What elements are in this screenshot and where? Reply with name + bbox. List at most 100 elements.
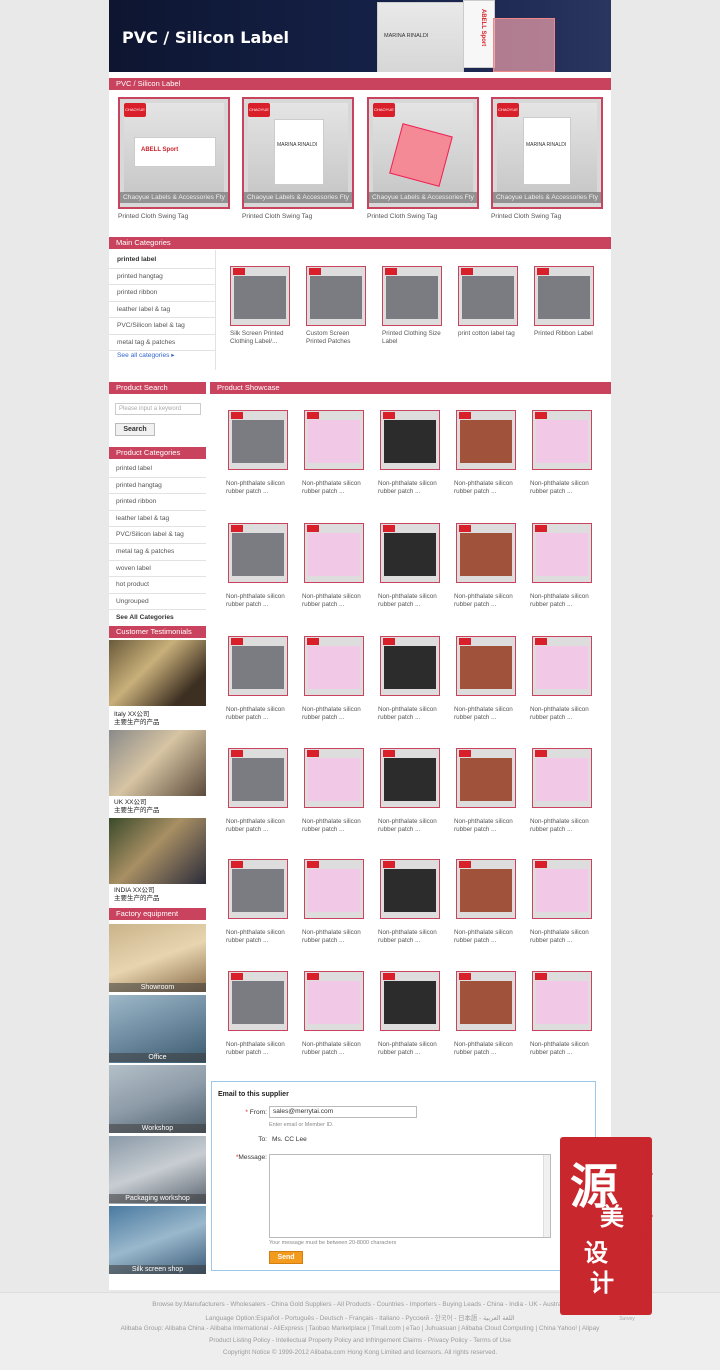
showcase-product-image[interactable] <box>228 636 288 696</box>
showcase-product-name[interactable]: Non-phthalate silicon rubber patch ... <box>302 480 368 496</box>
showcase-product-image[interactable] <box>304 971 364 1031</box>
showcase-product-name[interactable]: Non-phthalate silicon rubber patch ... <box>226 818 292 834</box>
showcase-product-image[interactable] <box>532 523 592 583</box>
showcase-product-image[interactable] <box>304 748 364 808</box>
product-category-item[interactable]: printed ribbon <box>109 494 206 511</box>
category-product-image[interactable] <box>534 266 594 326</box>
featured-product-name[interactable]: Printed Cloth Swing Tag <box>491 213 561 220</box>
showcase-product-name[interactable]: Non-phthalate silicon rubber patch ... <box>530 706 596 722</box>
showcase-product-name[interactable]: Non-phthalate silicon rubber patch ... <box>530 818 596 834</box>
send-button[interactable]: Send <box>269 1251 303 1264</box>
main-category-item[interactable]: printed label <box>109 252 215 269</box>
showcase-product-image[interactable] <box>228 523 288 583</box>
showcase-product-image[interactable] <box>532 636 592 696</box>
showcase-product-name[interactable]: Non-phthalate silicon rubber patch ... <box>226 480 292 496</box>
showcase-product-name[interactable]: Non-phthalate silicon rubber patch ... <box>302 929 368 945</box>
showcase-product-name[interactable]: Non-phthalate silicon rubber patch ... <box>378 1041 444 1057</box>
showcase-product-image[interactable] <box>228 410 288 470</box>
factory-photo[interactable] <box>109 924 206 992</box>
category-product-image[interactable] <box>306 266 366 326</box>
main-category-item[interactable]: metal tag & patches <box>109 335 215 351</box>
category-product-image[interactable] <box>382 266 442 326</box>
product-category-item[interactable]: Ungrouped <box>109 594 206 611</box>
showcase-product-image[interactable] <box>456 636 516 696</box>
from-email-input[interactable]: sales@merrytai.com <box>269 1106 417 1118</box>
showcase-product-image[interactable] <box>304 859 364 919</box>
showcase-product-image[interactable] <box>380 636 440 696</box>
product-category-item[interactable]: printed label <box>109 461 206 478</box>
showcase-product-image[interactable] <box>532 410 592 470</box>
showcase-product-name[interactable]: Non-phthalate silicon rubber patch ... <box>454 706 520 722</box>
factory-photo[interactable] <box>109 1206 206 1274</box>
showcase-product-name[interactable]: Non-phthalate silicon rubber patch ... <box>454 929 520 945</box>
showcase-product-image[interactable] <box>532 859 592 919</box>
category-product-name[interactable]: Silk Screen Printed Clothing Label/... <box>230 330 292 346</box>
showcase-product-name[interactable]: Non-phthalate silicon rubber patch ... <box>302 818 368 834</box>
showcase-product-image[interactable] <box>532 971 592 1031</box>
category-product-image[interactable] <box>230 266 290 326</box>
showcase-product-name[interactable]: Non-phthalate silicon rubber patch ... <box>378 706 444 722</box>
featured-product-image[interactable]: ABELL Sport CHAOYUE Chaoyue Labels & Acc… <box>118 97 230 209</box>
showcase-product-name[interactable]: Non-phthalate silicon rubber patch ... <box>302 593 368 609</box>
footer-group-links[interactable]: Alibaba Group: Alibaba China - Alibaba I… <box>0 1325 720 1332</box>
product-category-item[interactable]: woven label <box>109 561 206 578</box>
main-category-item[interactable]: leather label & tag <box>109 302 215 318</box>
showcase-product-name[interactable]: Non-phthalate silicon rubber patch ... <box>226 706 292 722</box>
showcase-product-image[interactable] <box>456 859 516 919</box>
showcase-product-image[interactable] <box>228 971 288 1031</box>
featured-product-image[interactable]: CHAOYUE Chaoyue Labels & Accessories Fty <box>367 97 479 209</box>
category-product-name[interactable]: Printed Clothing Size Label <box>382 330 444 346</box>
showcase-product-name[interactable]: Non-phthalate silicon rubber patch ... <box>378 929 444 945</box>
see-all-product-categories-link[interactable]: See All Categories <box>109 610 206 627</box>
showcase-product-image[interactable] <box>304 410 364 470</box>
category-product-name[interactable]: Custom Screen Printed Patches <box>306 330 368 346</box>
showcase-product-name[interactable]: Non-phthalate silicon rubber patch ... <box>454 593 520 609</box>
product-category-item[interactable]: printed hangtag <box>109 478 206 495</box>
showcase-product-name[interactable]: Non-phthalate silicon rubber patch ... <box>454 1041 520 1057</box>
category-product-image[interactable] <box>458 266 518 326</box>
showcase-product-image[interactable] <box>532 748 592 808</box>
showcase-product-image[interactable] <box>228 859 288 919</box>
main-category-item[interactable]: printed ribbon <box>109 285 215 302</box>
showcase-product-name[interactable]: Non-phthalate silicon rubber patch ... <box>226 593 292 609</box>
showcase-product-name[interactable]: Non-phthalate silicon rubber patch ... <box>530 929 596 945</box>
showcase-product-image[interactable] <box>456 971 516 1031</box>
showcase-product-name[interactable]: Non-phthalate silicon rubber patch ... <box>302 706 368 722</box>
showcase-product-name[interactable]: Non-phthalate silicon rubber patch ... <box>226 929 292 945</box>
main-category-item[interactable]: printed hangtag <box>109 269 215 285</box>
showcase-product-name[interactable]: Non-phthalate silicon rubber patch ... <box>226 1041 292 1057</box>
showcase-product-name[interactable]: Non-phthalate silicon rubber patch ... <box>378 593 444 609</box>
showcase-product-name[interactable]: Non-phthalate silicon rubber patch ... <box>530 593 596 609</box>
showcase-product-name[interactable]: Non-phthalate silicon rubber patch ... <box>378 818 444 834</box>
product-category-item[interactable]: PVC/Silicon label & tag <box>109 527 206 544</box>
showcase-product-image[interactable] <box>456 748 516 808</box>
showcase-product-image[interactable] <box>380 748 440 808</box>
textarea-scrollbar[interactable] <box>543 1155 550 1237</box>
featured-product-name[interactable]: Printed Cloth Swing Tag <box>242 213 312 220</box>
featured-product-name[interactable]: Printed Cloth Swing Tag <box>118 213 188 220</box>
product-category-item[interactable]: leather label & tag <box>109 511 206 528</box>
showcase-product-name[interactable]: Non-phthalate silicon rubber patch ... <box>454 818 520 834</box>
message-textarea[interactable] <box>269 1154 551 1238</box>
showcase-product-image[interactable] <box>380 410 440 470</box>
showcase-product-name[interactable]: Non-phthalate silicon rubber patch ... <box>530 480 596 496</box>
main-category-item[interactable]: PVC/Silicon label & tag <box>109 318 215 335</box>
product-category-item[interactable]: hot product <box>109 577 206 594</box>
showcase-product-image[interactable] <box>380 859 440 919</box>
search-button[interactable]: Search <box>115 423 155 436</box>
category-product-name[interactable]: print cotton label tag <box>458 330 520 338</box>
search-input[interactable]: Please input a keyword <box>115 403 201 415</box>
featured-product-image[interactable]: MARINA RINALDI CHAOYUE Chaoyue Labels & … <box>242 97 354 209</box>
footer-policy-links[interactable]: Product Listing Policy - Intellectual Pr… <box>0 1337 720 1344</box>
product-category-item[interactable]: metal tag & patches <box>109 544 206 561</box>
showcase-product-image[interactable] <box>456 410 516 470</box>
showcase-product-image[interactable] <box>304 523 364 583</box>
showcase-product-image[interactable] <box>380 971 440 1031</box>
showcase-product-image[interactable] <box>304 636 364 696</box>
see-all-categories-link[interactable]: See all categories ▸ <box>117 351 175 359</box>
featured-product-name[interactable]: Printed Cloth Swing Tag <box>367 213 437 220</box>
showcase-product-name[interactable]: Non-phthalate silicon rubber patch ... <box>454 480 520 496</box>
showcase-product-name[interactable]: Non-phthalate silicon rubber patch ... <box>378 480 444 496</box>
showcase-product-name[interactable]: Non-phthalate silicon rubber patch ... <box>530 1041 596 1057</box>
factory-photo[interactable] <box>109 1065 206 1133</box>
